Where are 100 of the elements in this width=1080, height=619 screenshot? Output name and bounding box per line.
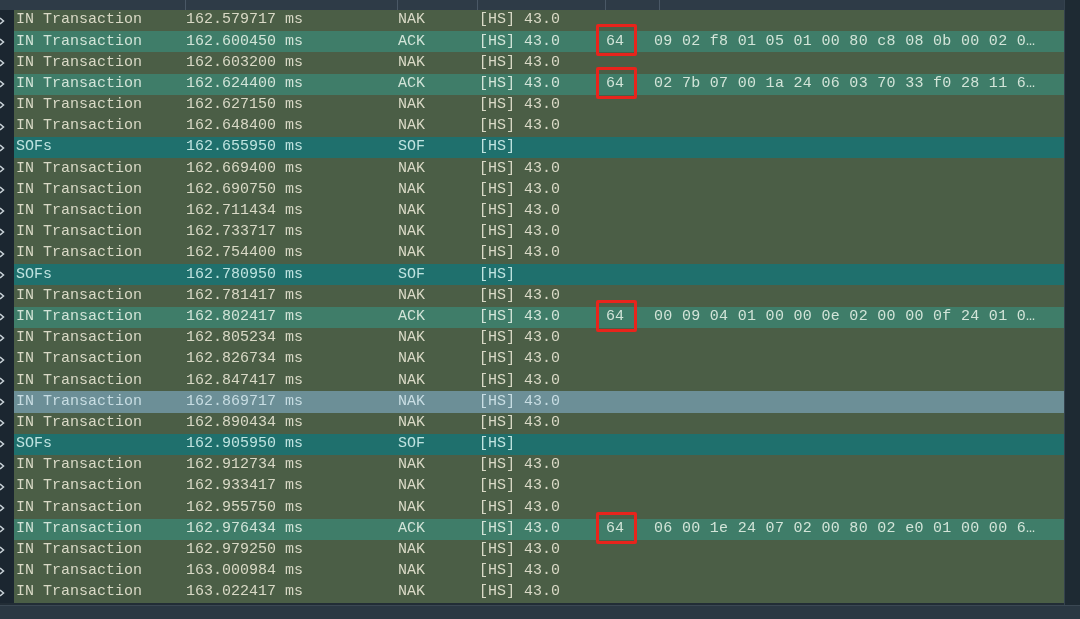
transaction-row[interactable]: IN Transaction 162.711434 ms NAK [HS] 43.0 <box>14 200 1064 222</box>
expand-chevron-icon[interactable] <box>0 164 5 173</box>
transaction-row[interactable]: IN Transaction 162.933417 ms NAK [HS] 43.0 <box>14 476 1064 498</box>
speed-info: [HS] 43.0 <box>479 412 561 433</box>
handshake-status: SOF <box>398 434 426 455</box>
transaction-row[interactable]: IN Transaction 162.890434 ms NAK [HS] 43.0 <box>14 412 1064 434</box>
speed-info: [HS] 43.0 <box>479 10 561 31</box>
transaction-row[interactable]: IN Transaction 162.600450 ms ACK [HS] 43.0 64 09 02 f8 01 05 01 00 80 c8 08 0b 00 02 0… <box>14 31 1064 53</box>
transaction-row[interactable]: IN Transaction 162.805234 ms NAK [HS] 43.0 <box>14 327 1064 349</box>
transaction-name: IN Transaction <box>15 10 144 31</box>
handshake-status: NAK <box>398 497 426 518</box>
expand-chevron-icon[interactable] <box>0 228 5 237</box>
transaction-name: IN Transaction <box>15 201 144 222</box>
transaction-row[interactable]: IN Transaction 162.669400 ms NAK [HS] 43.0 <box>14 158 1064 180</box>
expand-chevron-icon[interactable] <box>0 355 5 364</box>
speed-info: [HS] <box>479 137 516 158</box>
expand-chevron-icon[interactable] <box>0 16 5 25</box>
expand-chevron-icon[interactable] <box>0 440 5 449</box>
handshake-status: NAK <box>398 179 426 200</box>
timestamp: 162.690750 ms <box>186 179 305 200</box>
speed-info: [HS] 43.0 <box>479 497 561 518</box>
transaction-name: IN Transaction <box>15 285 144 306</box>
expand-chevron-icon[interactable] <box>0 207 5 216</box>
expand-chevron-icon[interactable] <box>0 482 5 491</box>
speed-info: [HS] 43.0 <box>479 455 561 476</box>
expand-chevron-icon[interactable] <box>0 249 5 258</box>
expand-chevron-icon[interactable] <box>0 461 5 470</box>
transaction-row[interactable]: IN Transaction 162.976434 ms ACK [HS] 43.0 64 06 00 1e 24 07 02 00 80 02 e0 01 00 00 6… <box>14 518 1064 540</box>
handshake-status: SOF <box>398 137 426 158</box>
horizontal-scrollbar[interactable] <box>0 605 1080 619</box>
expand-chevron-icon[interactable] <box>0 143 5 152</box>
expand-chevron-icon[interactable] <box>0 397 5 406</box>
timestamp: 162.869717 ms <box>186 391 305 412</box>
transaction-name: IN Transaction <box>15 582 144 603</box>
vertical-scrollbar[interactable] <box>1064 0 1080 605</box>
expand-chevron-icon[interactable] <box>0 58 5 67</box>
transaction-row[interactable]: SOFs 162.655950 ms SOF [HS] <box>14 137 1064 159</box>
transaction-row[interactable]: IN Transaction 162.627150 ms NAK [HS] 43.0 <box>14 94 1064 116</box>
transaction-row[interactable]: IN Transaction 162.624400 ms ACK [HS] 43.0 64 02 7b 07 00 1a 24 06 03 70 33 f0 28 11 6… <box>14 73 1064 95</box>
speed-info: [HS] 43.0 <box>479 349 561 370</box>
timestamp: 162.579717 ms <box>186 10 305 31</box>
timestamp: 162.600450 ms <box>186 31 305 52</box>
handshake-status: NAK <box>398 116 426 137</box>
transaction-row[interactable]: IN Transaction 162.847417 ms NAK [HS] 43.0 <box>14 370 1064 392</box>
expand-chevron-icon[interactable] <box>0 588 5 597</box>
transaction-row[interactable]: IN Transaction 162.648400 ms NAK [HS] 43.0 <box>14 115 1064 138</box>
speed-info: [HS] 43.0 <box>479 95 561 116</box>
transaction-row[interactable]: IN Transaction 162.690750 ms NAK [HS] 43.0 <box>14 179 1064 201</box>
expand-chevron-icon[interactable] <box>0 546 5 555</box>
transaction-row[interactable]: IN Transaction 162.802417 ms ACK [HS] 43.0 64 00 09 04 01 00 00 0e 02 00 00 0f 24 01 0… <box>14 306 1064 328</box>
transaction-name: IN Transaction <box>15 540 144 561</box>
transaction-row[interactable]: SOFs 162.905950 ms SOF [HS] <box>14 433 1064 455</box>
expand-chevron-icon[interactable] <box>0 270 5 279</box>
timestamp: 162.955750 ms <box>186 497 305 518</box>
transaction-row[interactable]: SOFs 162.780950 ms SOF [HS] <box>14 264 1064 286</box>
timestamp: 162.802417 ms <box>186 306 305 327</box>
expand-chevron-icon[interactable] <box>0 419 5 428</box>
handshake-status: NAK <box>398 582 426 603</box>
transaction-name: IN Transaction <box>15 306 144 327</box>
transaction-name: IN Transaction <box>15 518 144 539</box>
timestamp: 163.000984 ms <box>186 561 305 582</box>
expand-chevron-icon[interactable] <box>0 525 5 534</box>
timestamp: 163.022417 ms <box>186 582 305 603</box>
speed-info: [HS] 43.0 <box>479 285 561 306</box>
transaction-row[interactable]: IN Transaction 162.733717 ms NAK [HS] 43.0 <box>14 221 1064 244</box>
transaction-row[interactable]: IN Transaction 162.781417 ms NAK [HS] 43.0 <box>14 285 1064 307</box>
transaction-row[interactable]: IN Transaction 162.579717 ms NAK [HS] 43.0 <box>14 10 1064 32</box>
expand-chevron-icon[interactable] <box>0 376 5 385</box>
expand-chevron-icon[interactable] <box>0 313 5 322</box>
transaction-name: IN Transaction <box>15 497 144 518</box>
handshake-status: NAK <box>398 285 426 306</box>
transaction-row[interactable]: IN Transaction 162.754400 ms NAK [HS] 43.0 <box>14 243 1064 265</box>
transaction-row[interactable]: IN Transaction 162.826734 ms NAK [HS] 43.0 <box>14 349 1064 371</box>
speed-info: [HS] 43.0 <box>479 328 561 349</box>
expand-chevron-icon[interactable] <box>0 567 5 576</box>
transaction-row[interactable]: IN Transaction 162.912734 ms NAK [HS] 43.0 <box>14 454 1064 477</box>
transaction-name: IN Transaction <box>15 476 144 497</box>
expand-chevron-icon[interactable] <box>0 334 5 343</box>
expand-chevron-icon[interactable] <box>0 503 5 512</box>
transaction-name: IN Transaction <box>15 370 144 391</box>
handshake-status: NAK <box>398 158 426 179</box>
transaction-row[interactable]: IN Transaction 162.603200 ms NAK [HS] 43.0 <box>14 52 1064 74</box>
handshake-status: NAK <box>398 455 426 476</box>
transaction-row[interactable]: IN Transaction 163.000984 ms NAK [HS] 43.0 <box>14 560 1064 583</box>
transaction-row[interactable]: IN Transaction 162.979250 ms NAK [HS] 43.0 <box>14 539 1064 561</box>
timestamp: 162.826734 ms <box>186 349 305 370</box>
handshake-status: NAK <box>398 412 426 433</box>
speed-info: [HS] 43.0 <box>479 201 561 222</box>
expand-chevron-icon[interactable] <box>0 122 5 131</box>
length-value: 64 <box>605 31 624 52</box>
transaction-row[interactable]: IN Transaction 163.022417 ms NAK [HS] 43.0 <box>14 582 1064 604</box>
expand-chevron-icon[interactable] <box>0 186 5 195</box>
expand-chevron-icon[interactable] <box>0 292 5 301</box>
transaction-name: IN Transaction <box>15 95 144 116</box>
transaction-name: IN Transaction <box>15 73 144 94</box>
expand-chevron-icon[interactable] <box>0 80 5 89</box>
speed-info: [HS] 43.0 <box>479 31 561 52</box>
expand-chevron-icon[interactable] <box>0 37 5 46</box>
expand-chevron-icon[interactable] <box>0 101 5 110</box>
transaction-row[interactable]: IN Transaction 162.955750 ms NAK [HS] 43.0 <box>14 497 1064 519</box>
